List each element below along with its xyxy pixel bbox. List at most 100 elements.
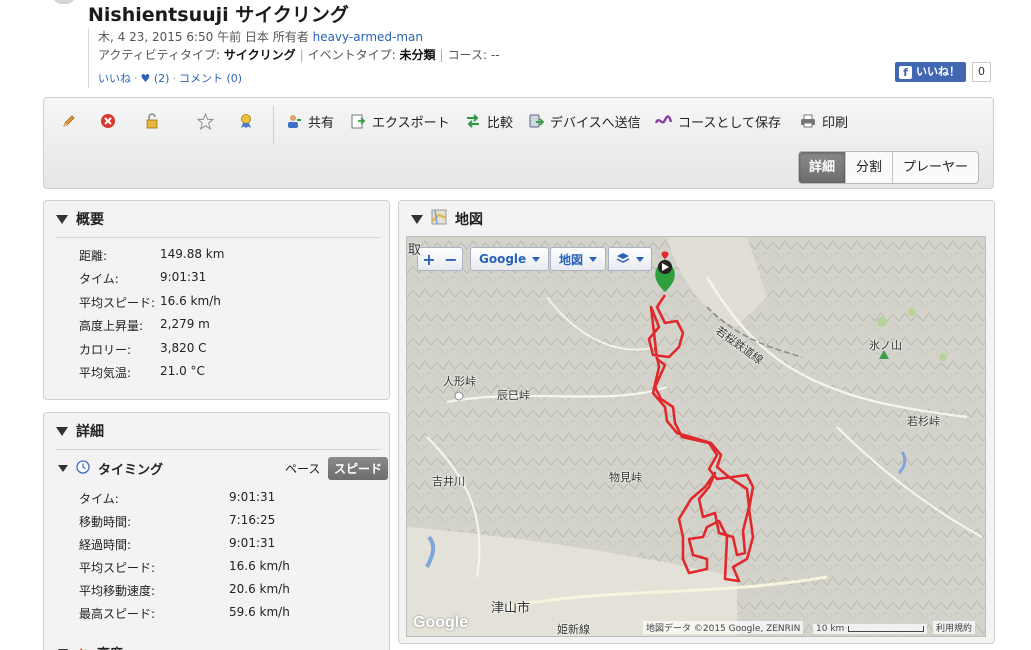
collapse-triangle-icon bbox=[411, 214, 423, 224]
activity-date: 木, 4 23, 2015 6:50 午前 日本 bbox=[98, 30, 269, 44]
summary-value: 9:01:31 bbox=[160, 270, 207, 285]
details-header[interactable]: 詳細 bbox=[44, 413, 389, 449]
pencil-icon[interactable] bbox=[60, 112, 78, 130]
send-to-device-icon bbox=[527, 113, 544, 130]
save-as-course-label: コースとして保存 bbox=[678, 115, 781, 131]
award-icon[interactable] bbox=[237, 112, 255, 130]
comment-link[interactable]: コメント (0) bbox=[179, 72, 242, 85]
elevation-header[interactable]: 高度 bbox=[58, 643, 123, 650]
send-to-device-button[interactable]: デバイスへ送信 bbox=[527, 110, 641, 132]
map-canvas[interactable]: + − Google 地図 取 若桜鉄道線 氷ノ山 人形峠 辰巳峠 吉井川 物見… bbox=[406, 236, 986, 637]
summary-label: カロリー: bbox=[79, 342, 132, 357]
star-icon[interactable] bbox=[196, 112, 214, 130]
facebook-icon: f bbox=[899, 65, 912, 79]
activity-meta: 木, 4 23, 2015 6:50 午前 日本 所有者 heavy-armed… bbox=[88, 28, 808, 88]
summary-panel: 概要 距離: 149.88 km タイム: 9:01:31 平均スピード: 16.6 km… bbox=[43, 200, 390, 400]
activity-date-owner: 木, 4 23, 2015 6:50 午前 日本 所有者 heavy-armed… bbox=[98, 28, 808, 46]
delete-icon[interactable] bbox=[99, 112, 117, 130]
view-tab-splits[interactable]: 分割 bbox=[845, 152, 892, 183]
elevation-title: 高度 bbox=[97, 643, 123, 650]
course-value: -- bbox=[490, 48, 500, 62]
activity-title: Nishientsuuji サイクリング bbox=[88, 4, 349, 26]
elevation-icon bbox=[76, 645, 89, 650]
collapse-triangle-icon bbox=[58, 465, 68, 472]
social-bar: いいね · ♥ (2) · コメント (0) bbox=[98, 72, 243, 85]
map-zoom-controls: + − bbox=[417, 247, 463, 271]
compare-icon bbox=[464, 113, 481, 130]
lock-icon[interactable] bbox=[143, 112, 161, 130]
compare-label: 比較 bbox=[487, 115, 514, 131]
map-label-yoshii: 吉井川 bbox=[432, 475, 465, 488]
map-icon bbox=[431, 209, 447, 229]
zoom-out-button[interactable]: − bbox=[444, 250, 457, 269]
pace-toggle[interactable]: ペース bbox=[285, 460, 320, 477]
timing-value: 9:01:31 bbox=[229, 536, 276, 550]
timing-label: 移動時間: bbox=[79, 515, 132, 529]
map-label-tottori: 取 bbox=[408, 243, 422, 258]
compare-button[interactable]: 比較 bbox=[464, 110, 513, 132]
map-label-tatsumi: 辰巳峠 bbox=[497, 389, 530, 402]
timing-label: 経過時間: bbox=[79, 538, 132, 552]
collapse-triangle-icon bbox=[56, 214, 68, 224]
details-title: 詳細 bbox=[76, 424, 104, 440]
map-layers-select[interactable] bbox=[608, 247, 652, 271]
facebook-like-count: 0 bbox=[972, 62, 991, 82]
timing-value: 7:16:25 bbox=[229, 513, 276, 527]
export-button[interactable]: エクスポート bbox=[349, 110, 450, 132]
map-terms-link[interactable]: 利用規約 bbox=[933, 621, 976, 634]
timing-value: 59.6 km/h bbox=[229, 605, 290, 619]
google-logo[interactable]: Google bbox=[413, 614, 468, 632]
summary-value: 2,279 m bbox=[160, 317, 210, 332]
map-label-tsuyama: 津山市 bbox=[491, 601, 531, 616]
layers-icon bbox=[616, 252, 630, 267]
share-label: 共有 bbox=[308, 115, 335, 131]
map-title: 地図 bbox=[455, 212, 483, 228]
view-tab-player[interactable]: プレーヤー bbox=[892, 152, 978, 183]
summary-label: 平均スピード: bbox=[79, 295, 156, 310]
chevron-down-icon bbox=[589, 256, 598, 262]
activity-type-label: アクティビティタイプ: bbox=[98, 48, 221, 62]
event-type-label: イベントタイプ: bbox=[307, 48, 396, 62]
summary-value: 149.88 km bbox=[160, 247, 225, 261]
export-icon bbox=[349, 113, 366, 130]
map-header[interactable]: 地図 bbox=[399, 201, 994, 237]
timing-value: 16.6 km/h bbox=[229, 559, 290, 573]
summary-label: 高度上昇量: bbox=[79, 319, 144, 334]
hearts-link[interactable]: ♥ (2) bbox=[141, 72, 170, 85]
course-label: コース: bbox=[447, 48, 488, 62]
map-attribution[interactable]: 地図データ ©2015 Google, ZENRIN bbox=[643, 621, 804, 634]
map-provider-select[interactable]: Google bbox=[470, 247, 550, 271]
timing-label: 最高スピード: bbox=[79, 607, 156, 621]
facebook-like-button[interactable]: f いいね！ bbox=[895, 62, 966, 82]
view-tab-details[interactable]: 詳細 bbox=[799, 152, 846, 183]
timing-value: 20.6 km/h bbox=[229, 582, 290, 596]
details-panel: 詳細 タイミング ペース スピード タイム: 9:01:31 移動時間: 7:16:2… bbox=[43, 412, 390, 650]
map-label-wakasugi: 若杉峠 bbox=[907, 415, 940, 428]
like-link[interactable]: いいね bbox=[98, 72, 131, 85]
activity-page: Nishientsuuji サイクリング 木, 4 23, 2015 6:50 … bbox=[0, 0, 1031, 650]
summary-label: 距離: bbox=[79, 249, 108, 263]
summary-label: 平均気温: bbox=[79, 366, 132, 380]
timing-label: 平均移動速度: bbox=[79, 584, 156, 598]
timing-value: 9:01:31 bbox=[229, 490, 276, 504]
summary-value: 16.6 km/h bbox=[160, 293, 221, 308]
owner-link[interactable]: heavy-armed-man bbox=[313, 30, 423, 44]
activity-toolbar: 共有 エクスポート 比較 デバイスへ送信 コースとして保存 印刷 詳細 分割 プ… bbox=[43, 97, 994, 189]
summary-label: タイム: bbox=[79, 272, 119, 287]
timing-header[interactable]: タイミング bbox=[58, 459, 163, 478]
map-type-select[interactable]: 地図 bbox=[550, 247, 607, 271]
map-label-hyonosen: 氷ノ山 bbox=[869, 339, 902, 352]
speed-toggle[interactable]: スピード bbox=[328, 457, 389, 480]
map-type-label: 地図 bbox=[559, 252, 584, 267]
save-as-course-button[interactable]: コースとして保存 bbox=[655, 110, 781, 132]
chevron-down-icon bbox=[636, 256, 644, 262]
activity-type-value[interactable]: サイクリング bbox=[224, 48, 296, 62]
share-button[interactable]: 共有 bbox=[285, 110, 334, 132]
print-icon bbox=[799, 113, 816, 130]
zoom-in-button[interactable]: + bbox=[422, 250, 435, 269]
print-button[interactable]: 印刷 bbox=[799, 110, 848, 132]
summary-header[interactable]: 概要 bbox=[44, 201, 389, 237]
event-type-value[interactable]: 未分類 bbox=[400, 48, 436, 62]
terrain-map[interactable] bbox=[407, 237, 986, 637]
timing-label: 平均スピード: bbox=[79, 561, 156, 575]
